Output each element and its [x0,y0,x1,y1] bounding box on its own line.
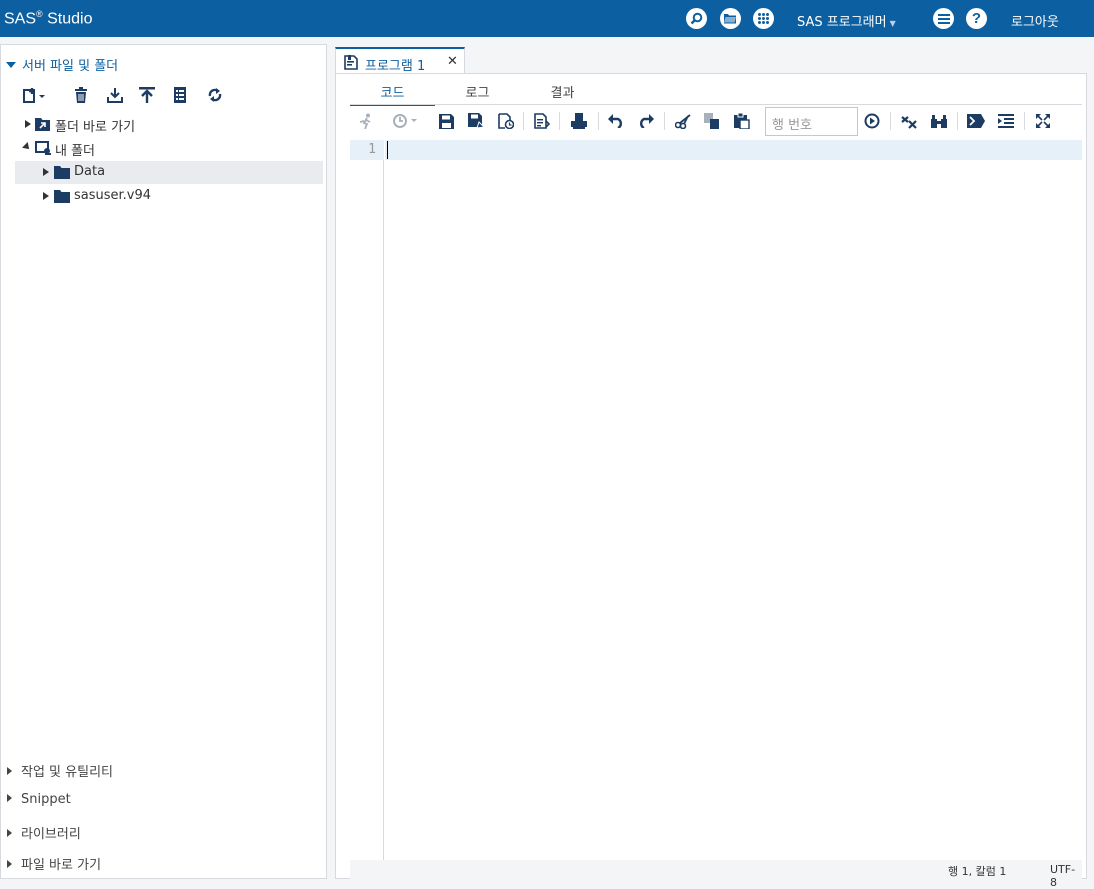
expand-triangle-icon [7,860,12,868]
tree-item-label: 내 폴더 [55,144,96,159]
refresh-icon[interactable] [207,87,225,105]
copy-icon[interactable] [703,112,721,130]
save-icon[interactable] [437,112,455,130]
accordion-file-shortcuts[interactable]: 파일 바로 가기 [7,854,101,873]
maximize-icon[interactable] [1034,112,1052,130]
text-cursor [387,141,388,159]
tab-results[interactable]: 결과 [520,82,605,106]
collapse-triangle-icon [6,62,16,68]
expand-arrow-icon[interactable] [25,120,31,128]
toolbar-separator [1024,112,1025,130]
save-as-icon[interactable] [467,112,485,130]
program-editor: 코드 로그 결과 행 번호 1 행 1, 칼럼 1 UTF-8 [335,73,1087,889]
history-icon[interactable] [391,112,419,130]
brand-registered-mark: ® [36,9,43,19]
top-bar: SAS® Studio SAS 프로그래머 ▼ ? 로그아웃 [0,0,1094,37]
run-icon[interactable] [357,112,375,130]
tab-program-1[interactable]: 프로그램 1 ✕ [335,47,465,74]
accordion-label: 작업 및 유틸리티 [21,765,113,780]
upload-icon[interactable] [139,87,157,105]
line-number-input[interactable]: 행 번호 [765,107,858,136]
cut-icon[interactable] [674,112,692,130]
program-file-icon [344,55,359,74]
tree-item-label: sasuser.v94 [74,188,152,203]
folder-icon [54,165,70,179]
toolbar-separator [523,112,524,130]
new-item-icon[interactable] [23,87,45,105]
toolbar-separator [957,112,958,130]
expand-triangle-icon [7,829,12,837]
tree-item-label: 폴더 바로 가기 [55,120,136,135]
download-icon[interactable] [107,87,125,105]
undo-icon[interactable] [607,112,625,130]
open-folder-icon[interactable] [720,8,741,29]
code-editor[interactable] [385,140,1082,160]
app-brand: SAS® Studio [4,9,92,28]
toolbar-separator [559,112,560,130]
command-line-icon[interactable] [967,112,985,130]
cursor-position: 행 1, 칼럼 1 [948,865,1007,878]
tree-item-label: Data [74,164,106,179]
print-icon[interactable] [570,112,588,130]
toolbar-separator [598,112,599,130]
search-icon[interactable] [686,8,707,29]
redo-icon[interactable] [637,112,655,130]
line-number-gutter: 1 [350,140,384,860]
accordion-libraries[interactable]: 라이브러리 [7,823,81,842]
perspective-label: SAS 프로그래머 [797,15,887,30]
toolbar-separator [664,112,665,130]
accordion-label: 라이브러리 [21,827,81,842]
accordion-tasks[interactable]: 작업 및 유틸리티 [7,761,113,780]
format-code-icon[interactable] [533,112,551,130]
line-number: 1 [350,140,384,160]
delete-icon[interactable] [74,87,92,105]
accordion-snippets[interactable]: Snippet [7,792,71,807]
status-bar: 행 1, 칼럼 1 UTF-8 [350,860,1082,889]
server-files-header[interactable]: 서버 파일 및 폴더 [6,55,118,74]
close-icon[interactable]: ✕ [447,54,458,69]
tree-item-data[interactable]: Data [15,161,323,184]
my-folder-icon [35,141,51,155]
folder-icon [54,189,70,203]
encoding-label: UTF-8 [1050,863,1076,889]
collapse-arrow-icon[interactable] [22,142,32,152]
perspective-menu[interactable]: SAS 프로그래머 ▼ [797,11,896,30]
logout-link[interactable]: 로그아웃 [1011,11,1059,30]
menu-lines-icon[interactable] [933,8,954,29]
editor-area: 프로그램 1 ✕ 코드 로그 결과 행 번호 1 행 1, 칼럼 1 UTF-8 [335,44,1087,889]
indent-icon[interactable] [997,112,1015,130]
tab-title: 프로그램 1 [365,59,426,74]
go-to-line-icon[interactable] [863,112,881,130]
find-replace-icon[interactable] [930,112,948,130]
tree-item-folder-shortcuts[interactable]: 폴더 바로 가기 [15,113,323,136]
clear-code-icon[interactable] [900,112,918,130]
toolbar-separator [890,112,891,130]
tree-item-sasuser[interactable]: sasuser.v94 [15,185,323,208]
brand-name: SAS [4,10,37,28]
chevron-down-icon: ▼ [889,19,896,28]
expand-arrow-icon[interactable] [43,192,49,200]
server-files-title: 서버 파일 및 폴더 [22,59,119,74]
tree-item-my-folder[interactable]: 내 폴더 [15,137,323,160]
accordion-label: 파일 바로 가기 [21,858,102,873]
folder-shortcut-icon [35,117,51,131]
expand-arrow-icon[interactable] [43,168,49,176]
tab-log[interactable]: 로그 [435,82,520,106]
expand-triangle-icon [7,794,12,802]
submit-history-icon[interactable] [497,112,515,130]
accordion-label: Snippet [21,792,71,807]
subtab-divider [350,104,1082,105]
brand-suffix: Studio [47,10,93,28]
server-files-panel: 서버 파일 및 폴더 폴더 바로 가기 내 폴더 Data sasuser.v9… [0,44,327,879]
paste-icon[interactable] [733,112,751,130]
apps-grid-icon[interactable] [753,8,774,29]
tab-code[interactable]: 코드 [350,82,435,106]
help-icon[interactable]: ? [966,8,987,29]
expand-triangle-icon [7,767,12,775]
properties-icon[interactable] [173,87,191,105]
